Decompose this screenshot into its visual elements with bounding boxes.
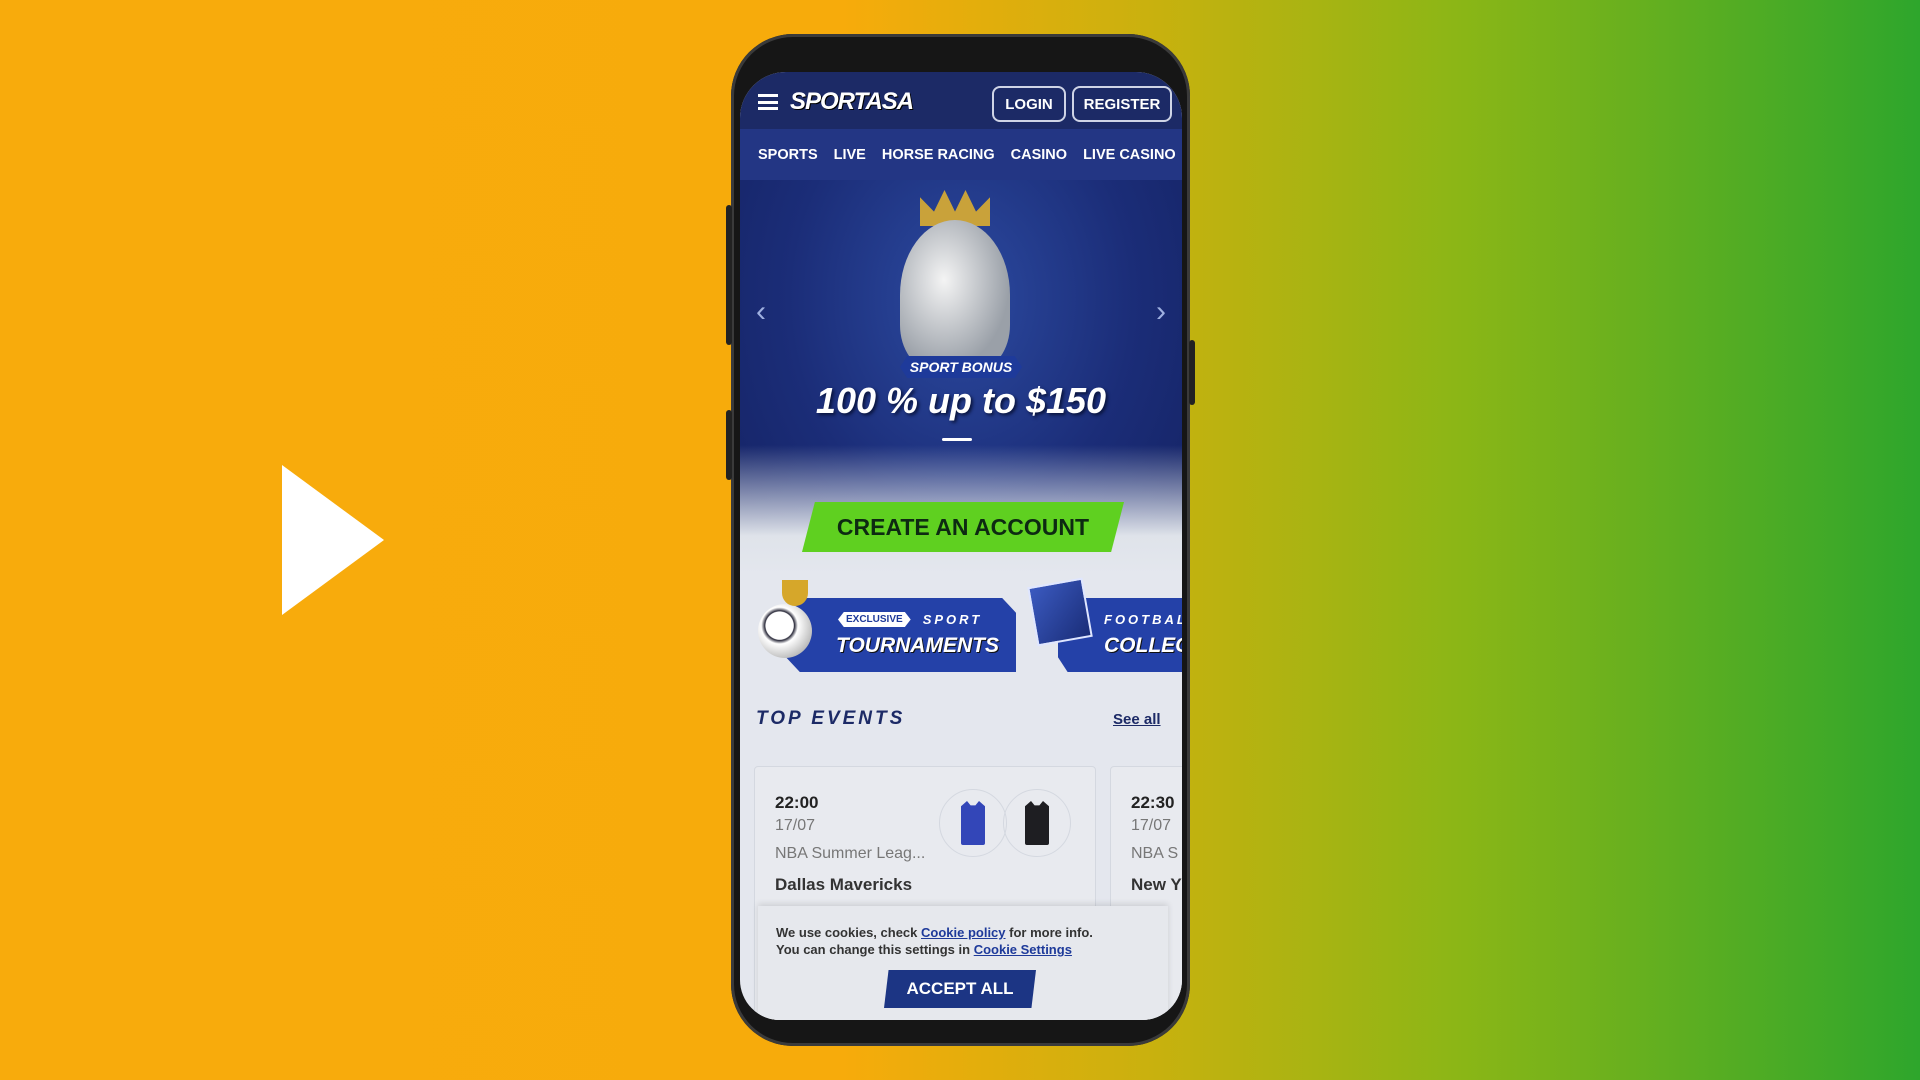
event-team: Dallas Mavericks xyxy=(775,875,913,894)
jersey-icon xyxy=(1025,801,1049,845)
cookie-text-2: for more info. xyxy=(1005,925,1093,940)
event-league: NBA Summer Leag... xyxy=(775,845,926,862)
promo-tournaments[interactable]: EXCLUSIVE SPORT TOURNAMENTS xyxy=(786,598,1016,672)
bonus-headline: 100 % up to $150 xyxy=(815,380,1107,421)
event-time: 22:00 xyxy=(775,793,819,812)
play-icon[interactable] xyxy=(282,465,384,615)
create-account-button[interactable]: CREATE AN ACCOUNT xyxy=(802,502,1124,552)
top-events-title: TOP EVENTS xyxy=(756,708,906,729)
event-team: New Y xyxy=(1131,875,1182,894)
cookie-policy-link[interactable]: Cookie policy xyxy=(921,925,1006,940)
phone-power-button xyxy=(1189,340,1195,405)
main-nav: SPORTS LIVE HORSE RACING CASINO LIVE CAS… xyxy=(740,129,1182,180)
promo-title: COLLEC xyxy=(1104,634,1182,657)
sport-bonus-tag: SPORT BONUS xyxy=(900,356,1022,378)
trophy-icon xyxy=(782,580,808,606)
trophy-image xyxy=(900,220,1010,370)
event-time: 22:30 xyxy=(1131,793,1175,812)
logo[interactable]: SPORTASA xyxy=(790,88,914,116)
event-date: 17/07 xyxy=(775,817,816,834)
chevron-right-icon[interactable]: › xyxy=(1156,295,1166,329)
team-jersey xyxy=(939,789,1007,857)
carousel-indicator[interactable] xyxy=(942,438,972,441)
register-button[interactable]: REGISTER xyxy=(1072,86,1172,122)
accept-all-button[interactable]: ACCEPT ALL xyxy=(884,970,1036,1008)
nav-live-casino[interactable]: LIVE CASINO xyxy=(1083,147,1176,163)
chevron-left-icon[interactable]: ‹ xyxy=(756,295,766,329)
nav-sports[interactable]: SPORTS xyxy=(758,147,818,163)
promo-sub: FOOTBAL xyxy=(1104,612,1182,627)
promo-title: TOURNAMENTS xyxy=(836,634,999,657)
hero-banner[interactable]: ‹ › SPORT BONUS 100 % up to $150 CREATE … xyxy=(740,180,1182,575)
header: SPORTASA LOGIN REGISTER xyxy=(740,72,1182,129)
phone-side-button xyxy=(726,205,732,345)
login-button[interactable]: LOGIN xyxy=(992,86,1066,122)
jersey-icon xyxy=(961,801,985,845)
nav-casino[interactable]: CASINO xyxy=(1011,147,1067,163)
cookie-text-1: We use cookies, check xyxy=(776,925,921,940)
nav-horse-racing[interactable]: HORSE RACING xyxy=(882,147,995,163)
promo-sub: SPORT xyxy=(922,612,983,627)
cookie-settings-link[interactable]: Cookie Settings xyxy=(974,942,1072,957)
phone-screen: SPORTASA LOGIN REGISTER SPORTS LIVE HORS… xyxy=(740,72,1182,1020)
nav-live[interactable]: LIVE xyxy=(834,147,866,163)
cookie-text-3: You can change this settings in xyxy=(776,942,974,957)
phone-side-button xyxy=(726,410,732,480)
cookie-banner: We use cookies, check Cookie policy for … xyxy=(758,906,1168,1020)
exclusive-badge: EXCLUSIVE xyxy=(838,612,911,627)
logo-text: SPORTASA xyxy=(790,88,914,115)
team-jersey xyxy=(1003,789,1071,857)
event-date: 17/07 xyxy=(1131,817,1172,834)
event-league: NBA S xyxy=(1131,845,1179,862)
see-all-link[interactable]: See all xyxy=(1113,711,1161,728)
cookie-text: We use cookies, check Cookie policy for … xyxy=(776,924,1093,958)
hamburger-icon[interactable] xyxy=(758,94,778,110)
soccer-ball-icon xyxy=(758,604,812,658)
player-cards-image xyxy=(1027,577,1093,647)
